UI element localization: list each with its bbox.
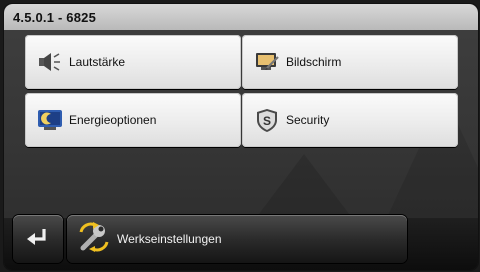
monitor-icon [252,48,282,76]
speaker-icon [35,48,65,76]
energy-options-button[interactable]: Energieoptionen [25,93,241,147]
factory-reset-label: Werkseinstellungen [117,232,222,246]
screen-label: Bildschirm [286,55,342,69]
shield-icon: S [252,106,282,134]
volume-button[interactable]: Lautstärke [25,35,241,89]
screen-button[interactable]: Bildschirm [242,35,458,89]
volume-label: Lautstärke [69,55,126,69]
security-label: Security [286,113,330,127]
return-arrow-icon [24,225,52,254]
energy-options-label: Energieoptionen [69,113,157,127]
svg-text:S: S [263,114,271,128]
security-button[interactable]: S Security [242,93,458,147]
factory-reset-button[interactable]: Werkseinstellungen [67,215,407,263]
wrench-reset-icon [77,221,111,257]
energy-moon-icon [35,106,65,134]
version-label: 4.5.0.1 - 6825 [13,10,97,25]
back-button[interactable] [13,215,63,263]
